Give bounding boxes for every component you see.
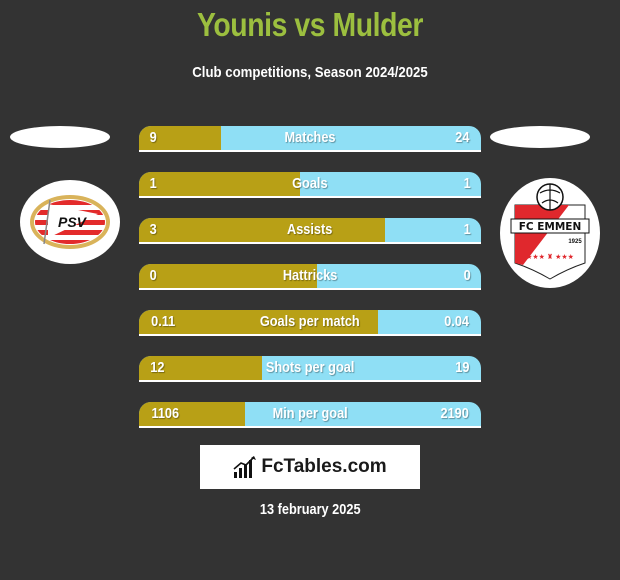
right-value: 1 xyxy=(463,221,471,238)
right-value: 0 xyxy=(463,267,471,284)
stat-row-min-per-goal: 1106 Min per goal 2190 xyxy=(139,402,481,428)
right-value: 1 xyxy=(463,175,471,192)
right-value: 19 xyxy=(455,359,470,376)
fctables-logo[interactable]: FcTables.com xyxy=(200,445,420,489)
psv-logo-icon: PSV xyxy=(30,195,110,249)
stat-row-shots-per-goal: 12 Shots per goal 19 xyxy=(139,356,481,382)
stat-label: Matches xyxy=(284,129,336,146)
stat-row-goals-per-match: 0.11 Goals per match 0.04 xyxy=(139,310,481,336)
stat-row-assists: 3 Assists 1 xyxy=(139,218,481,244)
svg-text:★★★ ♜ ★★★: ★★★ ♜ ★★★ xyxy=(526,253,574,261)
page-title: Younis vs Mulder xyxy=(197,6,423,43)
stat-label: Goals per match xyxy=(260,313,360,330)
right-value: 0.04 xyxy=(443,313,469,330)
svg-text:PSV: PSV xyxy=(58,214,88,230)
bar-chart-icon xyxy=(233,456,257,478)
svg-text:FC EMMEN: FC EMMEN xyxy=(519,221,582,233)
stat-label: Goals xyxy=(292,175,328,192)
svg-text:1925: 1925 xyxy=(568,239,582,245)
right-value: 24 xyxy=(455,129,470,146)
stat-row-goals: 1 Goals 1 xyxy=(139,172,481,198)
fctables-brand-text: FcTables.com xyxy=(261,456,387,477)
stat-row-hattricks: 0 Hattricks 0 xyxy=(139,264,481,290)
stat-label: Assists xyxy=(287,221,333,238)
right-value: 2190 xyxy=(440,405,469,422)
stat-label: Min per goal xyxy=(272,405,348,422)
stat-label: Hattricks xyxy=(282,267,338,284)
fc-emmen-logo-icon: FC EMMEN 1925 ★★★ ♜ ★★★ xyxy=(510,183,590,280)
fc-emmen-badge: FC EMMEN 1925 ★★★ ♜ ★★★ xyxy=(500,178,600,288)
report-date: 13 february 2025 xyxy=(259,501,361,518)
psv-badge: PSV xyxy=(20,180,120,264)
left-player-placeholder xyxy=(10,126,110,148)
stat-label: Shots per goal xyxy=(265,359,355,376)
stat-row-matches: 9 Matches 24 xyxy=(139,126,481,152)
right-player-placeholder xyxy=(490,126,590,148)
page-subtitle: Club competitions, Season 2024/2025 xyxy=(192,64,428,81)
